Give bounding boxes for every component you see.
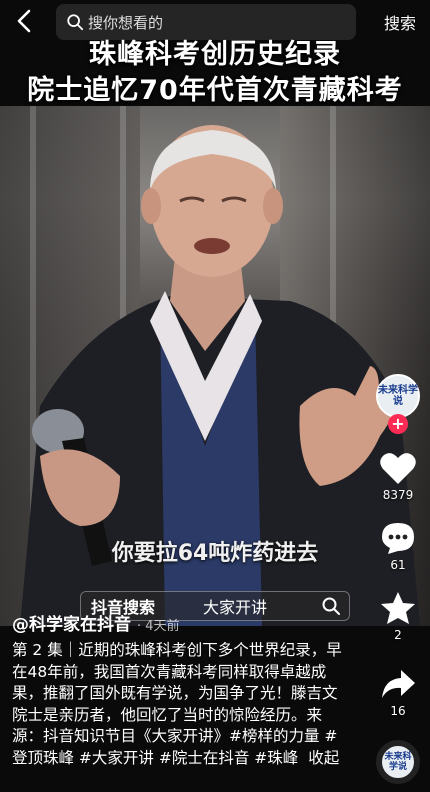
music-disc-icon[interactable]: 未来科学说 [376, 740, 420, 784]
like-button[interactable]: 8379 [372, 450, 424, 502]
video-title-line-2: 院士追忆70年代首次青藏科考 [27, 75, 403, 106]
share-arrow-icon [382, 670, 415, 698]
search-input[interactable]: 搜你想看的 [56, 4, 356, 40]
video-subtitle: 你要拉64吨炸药进去 [111, 541, 319, 566]
star-icon [381, 592, 415, 624]
video-description: 第 2 集｜近期的珠峰科考创下多个世界纪录，早在48年前，我国首次青藏科考同样取… [12, 640, 344, 769]
heart-icon [380, 453, 416, 484]
back-arrow-icon[interactable] [10, 6, 40, 36]
comment-icon [382, 523, 414, 554]
follow-button[interactable]: + [388, 414, 408, 434]
creator-avatar[interactable]: 未来科学说 [376, 374, 420, 418]
related-search-query: 大家开讲 [203, 598, 268, 617]
top-bar: 搜你想看的 搜索 [0, 0, 430, 44]
search-icon [67, 14, 84, 31]
favorite-button[interactable]: 2 [372, 590, 424, 642]
description-text: 第 2 集｜近期的珠峰科考创下多个世界纪录，早在48年前，我国首次青藏科考同样取… [12, 641, 342, 767]
comment-count: 61 [390, 558, 406, 572]
share-button[interactable]: 16 [372, 666, 424, 718]
post-time: · 4天前 [137, 619, 180, 634]
search-button[interactable]: 搜索 [384, 10, 416, 34]
video-frame[interactable]: 珠峰科考创历史纪录 院士追忆70年代首次青藏科考 搜你想看的 搜索 你要拉64吨… [0, 0, 430, 792]
search-icon [322, 597, 340, 615]
collapse-link[interactable]: 收起 [308, 749, 339, 767]
creator-handle-row[interactable]: @科学家在抖音 · 4天前 [12, 610, 180, 635]
share-count: 16 [390, 704, 406, 718]
like-count: 8379 [382, 488, 414, 502]
favorite-count: 2 [394, 628, 402, 642]
comment-button[interactable]: 61 [372, 520, 424, 572]
creator-handle[interactable]: @科学家在抖音 [12, 615, 131, 635]
search-placeholder: 搜你想看的 [88, 13, 164, 32]
